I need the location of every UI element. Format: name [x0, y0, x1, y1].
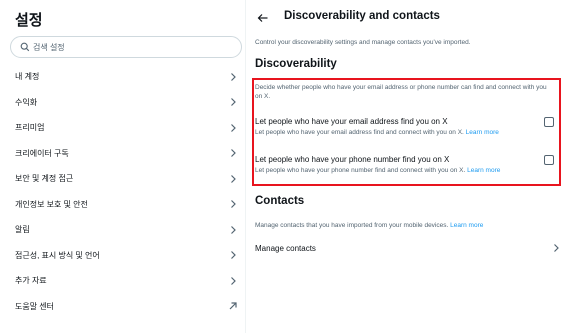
chevron-right-icon — [228, 72, 238, 82]
search-settings-input[interactable]: 검색 설정 — [10, 36, 242, 58]
sidebar-item-notifications[interactable]: 알림 — [0, 217, 246, 243]
chevron-right-icon — [228, 199, 238, 209]
phone-discoverability-title: Let people who have your phone number fi… — [255, 155, 450, 164]
chevron-right-icon — [551, 243, 561, 253]
sidebar-item-label: 접근성, 표시 방식 및 언어 — [15, 250, 100, 260]
chevron-right-icon — [228, 250, 238, 260]
sidebar-item-privacy[interactable]: 개인정보 보호 및 안전 — [0, 192, 246, 218]
email-discoverability-desc: Let people who have your email address f… — [255, 129, 464, 136]
contacts-heading: Contacts — [255, 195, 305, 207]
email-discoverability-checkbox[interactable] — [544, 117, 554, 127]
chevron-right-icon — [228, 276, 238, 286]
sidebar-item-accessibility[interactable]: 접근성, 표시 방식 및 언어 — [0, 243, 246, 269]
sidebar-item-label: 도움말 센터 — [15, 301, 55, 311]
sidebar-item-label: 수익화 — [15, 97, 38, 107]
learn-more-link[interactable]: Learn more — [466, 129, 499, 136]
contacts-description: Manage contacts that you have imported f… — [255, 222, 483, 229]
contacts-desc-text: Manage contacts that you have imported f… — [255, 222, 449, 229]
email-discoverability-sub: Let people who have your email address f… — [255, 129, 499, 136]
settings-title: 설정 — [15, 12, 43, 29]
manage-contacts-label: Manage contacts — [255, 243, 316, 253]
discoverability-heading: Discoverability — [255, 58, 337, 70]
sidebar-item-label: 추가 자료 — [15, 276, 47, 286]
chevron-right-icon — [228, 97, 238, 107]
settings-page: 설정 검색 설정 내 계정 수익화 프리미엄 크리에이터 구독 보안 및 계정 … — [0, 0, 573, 333]
sidebar-item-label: 알림 — [15, 225, 30, 235]
discoverability-intro: Decide whether people who have your emai… — [255, 84, 547, 100]
external-arrow-icon — [228, 301, 238, 311]
chevron-right-icon — [228, 123, 238, 133]
sidebar-item-additional-resources[interactable]: 추가 자료 — [0, 268, 246, 294]
settings-nav: 내 계정 수익화 프리미엄 크리에이터 구독 보안 및 계정 접근 개인정보 보… — [0, 64, 246, 319]
page-title: Discoverability and contacts — [284, 10, 440, 22]
sidebar-item-label: 크리에이터 구독 — [15, 148, 69, 158]
page-description: Control your discoverability settings an… — [255, 39, 471, 46]
back-arrow-icon[interactable] — [257, 12, 269, 24]
sidebar-item-monetization[interactable]: 수익화 — [0, 90, 246, 116]
sidebar-item-label: 내 계정 — [15, 72, 40, 82]
sidebar-item-creator-subscriptions[interactable]: 크리에이터 구독 — [0, 141, 246, 167]
search-placeholder: 검색 설정 — [33, 42, 65, 52]
sidebar-item-label: 개인정보 보호 및 안전 — [15, 199, 88, 209]
chevron-right-icon — [228, 174, 238, 184]
sidebar-item-label: 보안 및 계정 접근 — [15, 174, 74, 184]
search-icon — [20, 42, 30, 52]
settings-sidebar: 설정 검색 설정 내 계정 수익화 프리미엄 크리에이터 구독 보안 및 계정 … — [0, 0, 246, 333]
manage-contacts-button[interactable]: Manage contacts — [246, 238, 573, 258]
chevron-right-icon — [228, 225, 238, 235]
sidebar-item-security[interactable]: 보안 및 계정 접근 — [0, 166, 246, 192]
sidebar-item-label: 프리미엄 — [15, 123, 45, 133]
sidebar-item-help-center[interactable]: 도움말 센터 — [0, 294, 246, 320]
learn-more-link[interactable]: Learn more — [467, 167, 500, 174]
phone-discoverability-checkbox[interactable] — [544, 155, 554, 165]
phone-discoverability-desc: Let people who have your phone number fi… — [255, 167, 466, 174]
phone-discoverability-sub: Let people who have your phone number fi… — [255, 167, 500, 174]
sidebar-item-premium[interactable]: 프리미엄 — [0, 115, 246, 141]
chevron-right-icon — [228, 148, 238, 158]
discoverability-panel: Discoverability and contacts Control you… — [246, 0, 573, 333]
sidebar-item-account[interactable]: 내 계정 — [0, 64, 246, 90]
email-discoverability-title: Let people who have your email address f… — [255, 117, 448, 126]
learn-more-link[interactable]: Learn more — [450, 222, 483, 229]
